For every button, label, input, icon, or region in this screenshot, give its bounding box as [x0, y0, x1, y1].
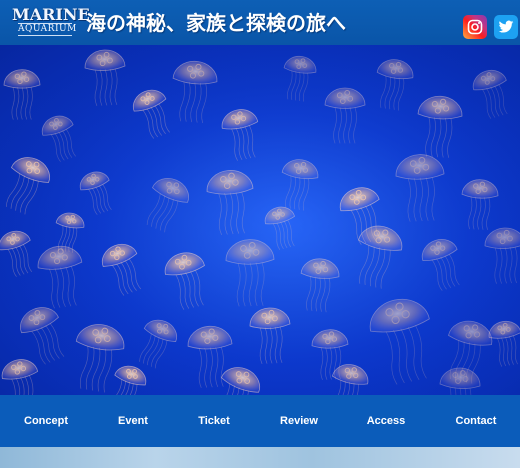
nav-item-event[interactable]: Event [96, 395, 170, 447]
next-section-preview [0, 447, 520, 468]
instagram-link[interactable] [463, 15, 487, 39]
site-header: MARINE AQUARIUM 海の神秘、家族と探検の旅へ [0, 0, 520, 45]
nav-item-access[interactable]: Access [348, 395, 424, 447]
nav-item-concept[interactable]: Concept [8, 395, 84, 447]
twitter-icon [498, 20, 514, 33]
nav-item-contact[interactable]: Contact [436, 395, 516, 447]
twitter-link[interactable] [494, 15, 518, 39]
jellyfish-illustration [0, 45, 520, 395]
page-tagline: 海の神秘、家族と探検の旅へ [86, 11, 346, 35]
nav-item-review[interactable]: Review [262, 395, 336, 447]
main-navigation: Concept Event Ticket Review Access Conta… [0, 395, 520, 447]
nav-item-ticket[interactable]: Ticket [176, 395, 252, 447]
marine-aquarium-logo[interactable]: MARINE AQUARIUM [12, 5, 90, 38]
logo-text: MARINE [12, 5, 90, 24]
logo-subtext: AQUARIUM [18, 23, 77, 36]
instagram-icon [467, 19, 483, 35]
hero-jellyfish-image [0, 45, 520, 395]
